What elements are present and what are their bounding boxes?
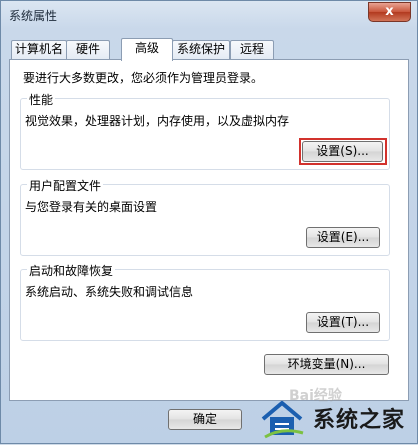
ok-button[interactable]: 确定 <box>168 409 242 430</box>
performance-description: 视觉效果，处理器计划，内存使用，以及虚拟内存 <box>25 114 290 128</box>
startup-recovery-group-title: 启动和故障恢复 <box>27 262 116 279</box>
system-properties-window: 系统属性 x 计算机名 硬件 高级 系统保护 远程 要进行大多数更改，您必须作为… <box>0 0 418 444</box>
tab-hardware[interactable]: 硬件 <box>66 40 110 59</box>
close-button[interactable]: x <box>368 2 411 22</box>
user-profiles-group-title: 用户配置文件 <box>27 177 104 194</box>
tab-computer-name[interactable]: 计算机名 <box>11 40 67 59</box>
watermark-text: 系统之家 <box>313 408 406 433</box>
title-bar: 系统属性 x <box>1 1 417 29</box>
house-logo-icon <box>261 401 304 439</box>
performance-group-title: 性能 <box>27 91 56 108</box>
tab-advanced[interactable]: 高级 <box>121 38 173 61</box>
user-profiles-description: 与您登录有关的桌面设置 <box>25 200 158 214</box>
close-icon: x <box>385 4 394 19</box>
user-profiles-settings-button[interactable]: 设置(E)... <box>306 227 380 248</box>
admin-notice: 要进行大多数更改，您必须作为管理员登录。 <box>23 71 264 85</box>
site-watermark: Bai经验 系统之家 <box>253 388 418 445</box>
startup-recovery-description: 系统启动、系统失败和调试信息 <box>25 285 194 299</box>
tab-remote[interactable]: 远程 <box>230 40 274 59</box>
startup-recovery-settings-button[interactable]: 设置(T)... <box>306 312 380 333</box>
environment-variables-button[interactable]: 环境变量(N)... <box>264 354 389 375</box>
performance-settings-button[interactable]: 设置(S)... <box>302 141 383 162</box>
window-title: 系统属性 <box>9 9 58 23</box>
tab-system-protection[interactable]: 系统保护 <box>172 40 230 59</box>
